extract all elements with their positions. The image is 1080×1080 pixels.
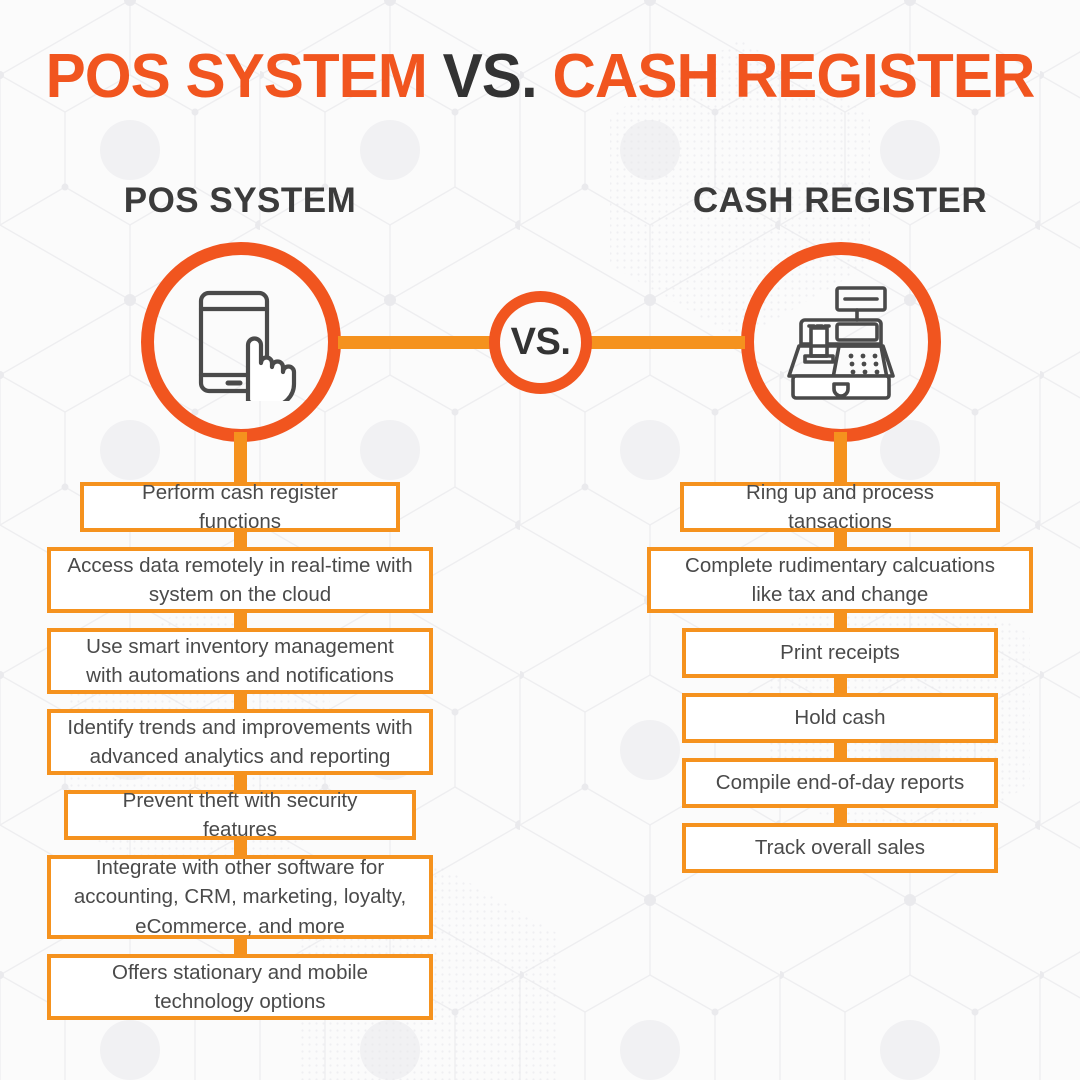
list-item: Hold cash: [682, 693, 998, 743]
list-connector: [233, 694, 247, 709]
cash-register-icon: [787, 286, 895, 400]
list-connector: [233, 613, 247, 628]
list-item: Print receipts: [682, 628, 998, 678]
connector-left-to-vs: [338, 336, 498, 349]
list-item: Prevent theft with security features: [64, 789, 416, 841]
connector-vs-to-right: [583, 336, 745, 349]
pos-system-feature-list: Perform cash register functions Access d…: [20, 481, 460, 1020]
title-part-cash-register: CASH REGISTER: [552, 42, 1035, 111]
list-item: Ring up and process tansactions: [680, 481, 1000, 533]
column-header-cash-register: CASH REGISTER: [692, 181, 988, 220]
list-item: Use smart inventory management with auto…: [47, 628, 433, 694]
list-item: Compile end-of-day reports: [682, 758, 998, 808]
vs-badge: VS.: [489, 291, 592, 394]
list-item: Access data remotely in real-time with s…: [47, 547, 433, 613]
tablet-touch-icon: [198, 290, 297, 401]
list-connector: [833, 743, 847, 758]
list-connector: [233, 939, 247, 954]
stem-left-column: [234, 432, 247, 484]
infographic-root: POS SYSTEM VS. CASH REGISTER POS SYSTEM …: [0, 0, 1080, 1080]
list-item: Offers stationary and mobile technology …: [47, 954, 433, 1020]
list-item: Integrate with other software for accoun…: [47, 855, 433, 939]
list-connector: [233, 532, 247, 547]
list-connector: [833, 678, 847, 693]
list-connector: [833, 613, 847, 628]
pos-system-icon-circle: [141, 242, 341, 442]
vs-badge-label: VS.: [510, 321, 571, 363]
list-item: Identify trends and improvements with ad…: [47, 709, 433, 775]
stem-right-column: [834, 432, 847, 484]
list-item: Track overall sales: [682, 823, 998, 873]
list-item: Complete rudimentary calcuations like ta…: [647, 547, 1033, 613]
list-connector: [833, 532, 847, 547]
cash-register-icon-circle: [741, 242, 941, 442]
cash-register-feature-list: Ring up and process tansactions Complete…: [620, 481, 1060, 873]
page-title: POS SYSTEM VS. CASH REGISTER: [16, 44, 1064, 109]
title-part-vs: VS.: [442, 42, 538, 111]
column-header-pos-system: POS SYSTEM: [123, 181, 357, 220]
title-part-pos: POS SYSTEM: [45, 42, 428, 111]
list-item: Perform cash register functions: [80, 481, 400, 533]
list-connector: [833, 808, 847, 823]
